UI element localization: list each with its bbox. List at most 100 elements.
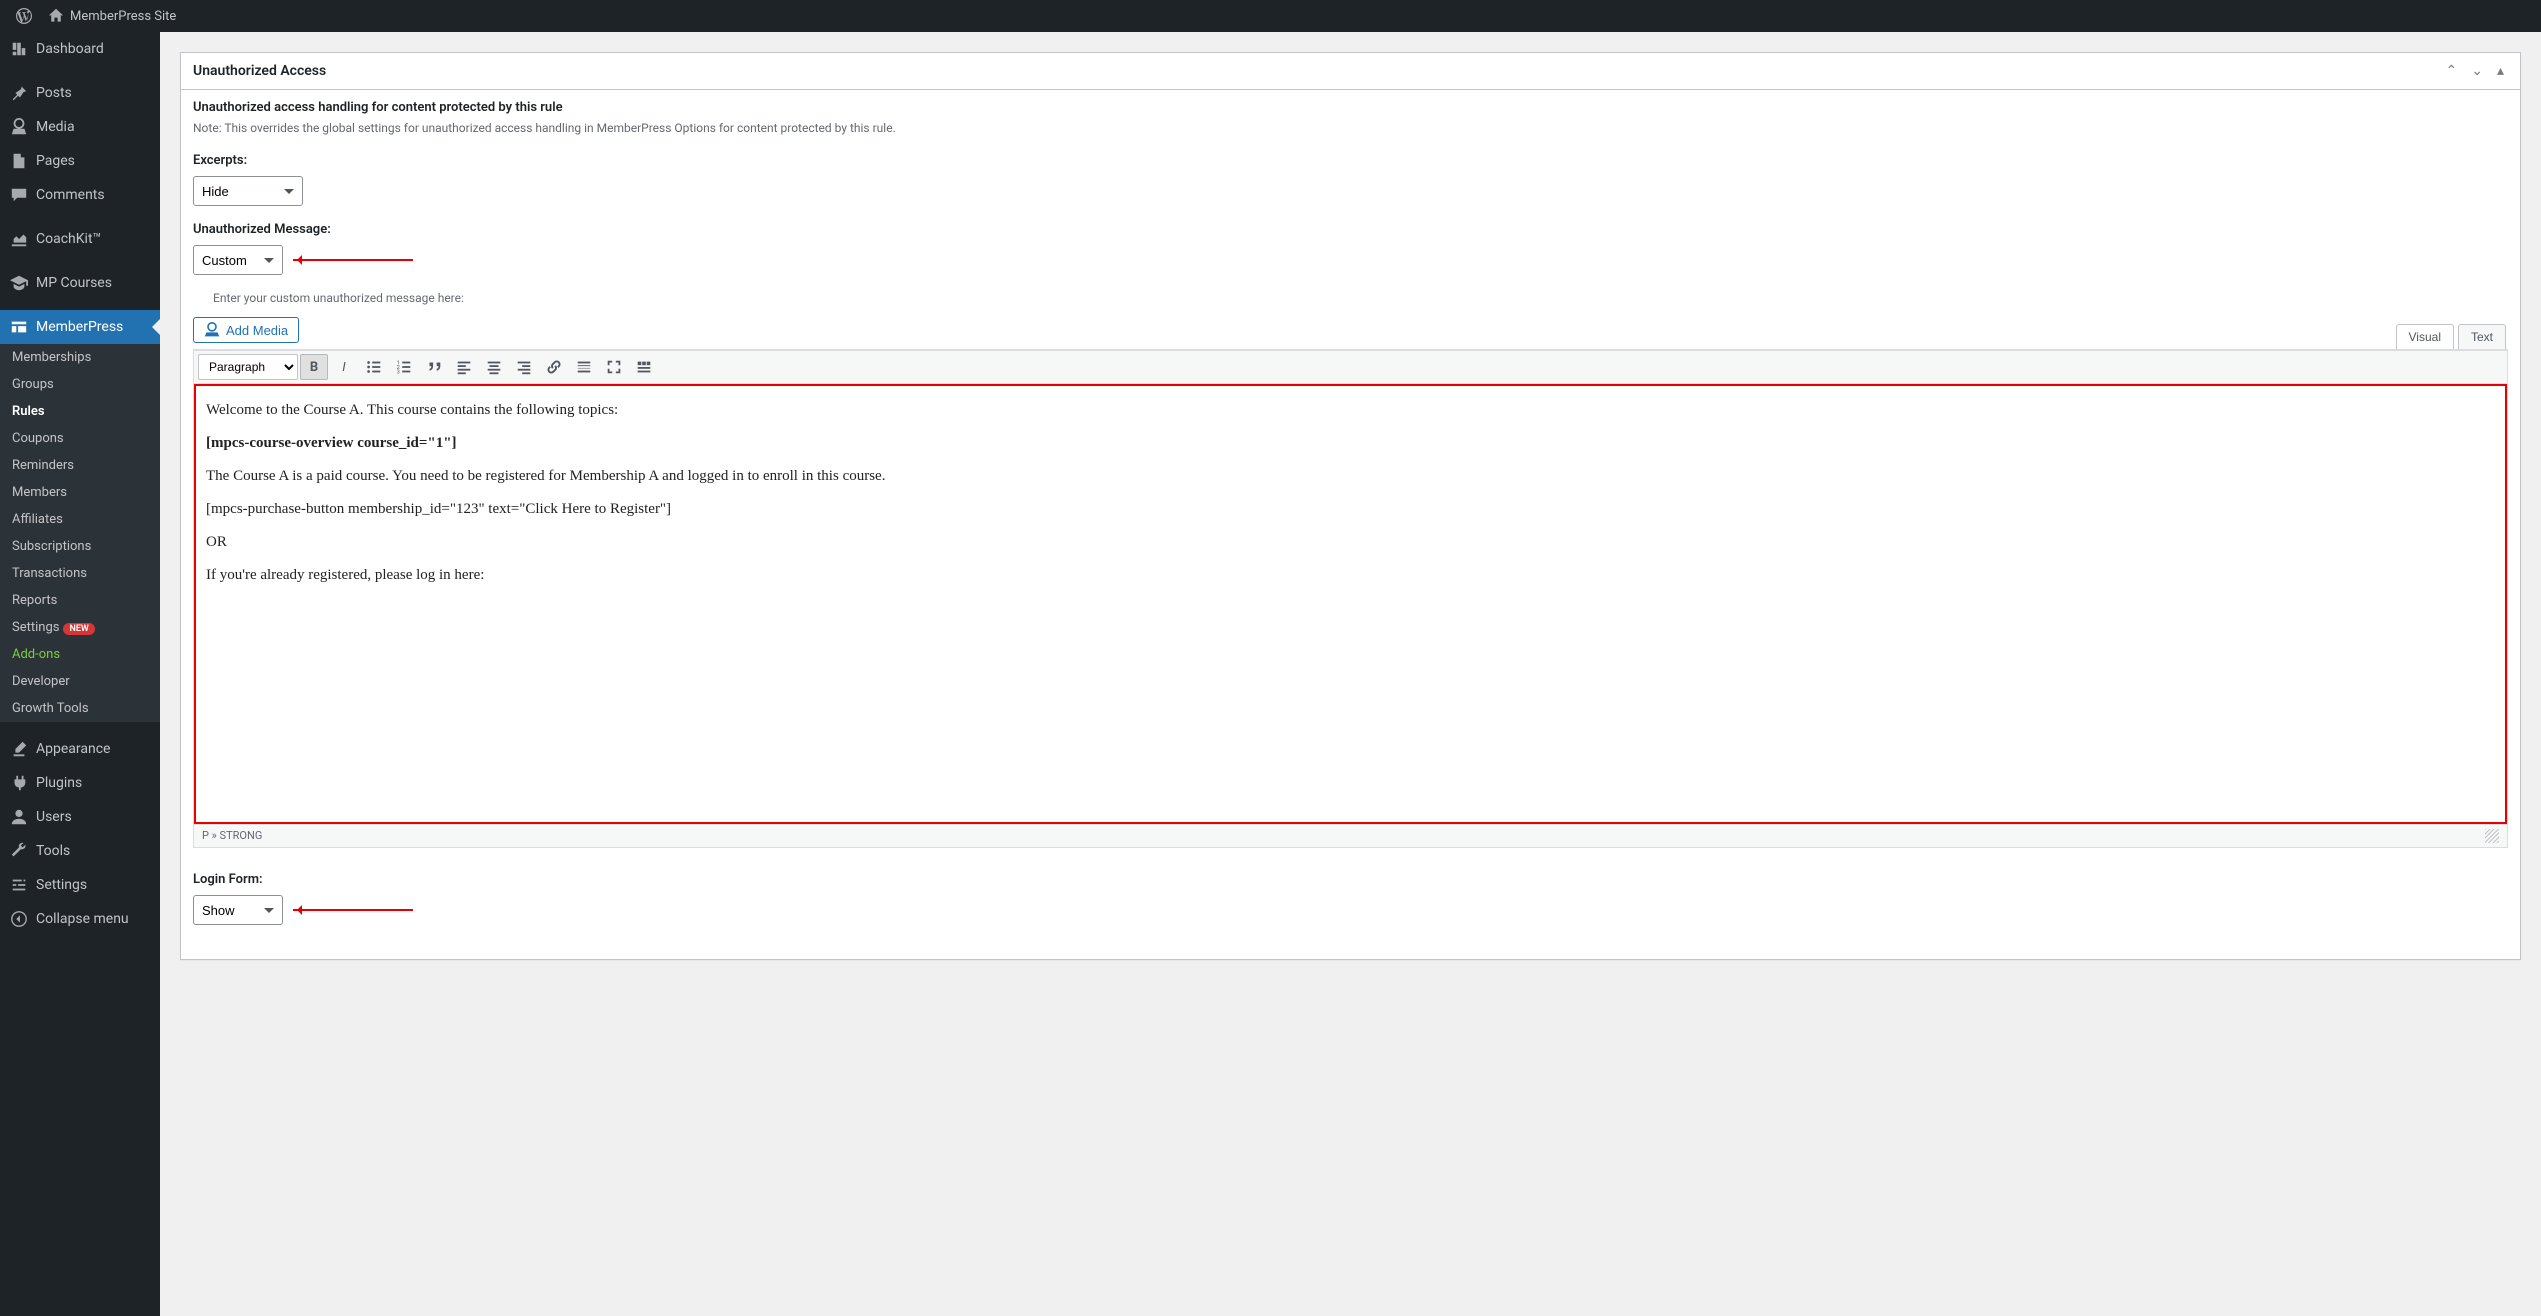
home-icon: [48, 8, 64, 24]
submenu-reports[interactable]: Reports: [0, 587, 160, 614]
submenu-addons[interactable]: Add-ons: [0, 641, 160, 668]
editor-shortcode: [mpcs-course-overview course_id="1"]: [206, 435, 2495, 452]
dashboard-icon: [10, 40, 28, 58]
submenu-settings[interactable]: SettingsNEW: [0, 614, 160, 641]
menu-memberpress[interactable]: MemberPress: [0, 310, 160, 344]
format-select[interactable]: Paragraph: [198, 354, 298, 380]
ol-button[interactable]: 123: [390, 354, 418, 380]
wordpress-icon: [16, 8, 32, 24]
editor-container: Add Media Visual Text Paragraph B I 123: [193, 311, 2508, 848]
panel-body: Unauthorized access handling for content…: [181, 90, 2520, 959]
editor-statusbar: P » STRONG: [194, 824, 2507, 847]
submenu-coupons[interactable]: Coupons: [0, 425, 160, 452]
editor-toolbar: Paragraph B I 123: [194, 350, 2507, 384]
more-button[interactable]: [570, 354, 598, 380]
panel-actions: ⌃ ⌄ ▴: [2442, 59, 2509, 83]
fullscreen-button[interactable]: [600, 354, 628, 380]
user-icon: [10, 808, 28, 826]
sliders-icon: [10, 876, 28, 894]
chart-icon: [10, 230, 28, 248]
editor-topbar: Add Media Visual Text: [193, 311, 2508, 349]
menu-tools[interactable]: Tools: [0, 834, 160, 868]
admin-menu: Dashboard Posts Media Pages Comments Coa…: [0, 32, 160, 1316]
site-name-text: MemberPress Site: [70, 9, 176, 24]
submenu-developer[interactable]: Developer: [0, 668, 160, 695]
readmore-icon: [575, 358, 593, 376]
editor-body[interactable]: Welcome to the Course A. This course con…: [194, 384, 2507, 824]
list-ul-icon: [365, 358, 383, 376]
new-badge: NEW: [63, 623, 94, 635]
panel-move-up-icon[interactable]: ⌃: [2442, 59, 2462, 83]
menu-collapse[interactable]: Collapse menu: [0, 902, 160, 936]
custom-msg-hint: Enter your custom unauthorized message h…: [193, 291, 2508, 305]
collapse-icon: [10, 910, 28, 928]
ul-button[interactable]: [360, 354, 388, 380]
italic-button[interactable]: I: [330, 354, 358, 380]
toolbar-toggle-button[interactable]: [630, 354, 658, 380]
submenu-members[interactable]: Members: [0, 479, 160, 506]
site-name-link[interactable]: MemberPress Site: [40, 8, 184, 24]
fullscreen-icon: [605, 358, 623, 376]
menu-media[interactable]: Media: [0, 110, 160, 144]
editor-tab-text[interactable]: Text: [2458, 324, 2506, 349]
wp-logo[interactable]: [8, 8, 40, 24]
align-right-button[interactable]: [510, 354, 538, 380]
excerpts-label: Excerpts:: [193, 153, 2508, 168]
link-button[interactable]: [540, 354, 568, 380]
media-icon: [204, 322, 220, 338]
list-ol-icon: 123: [395, 358, 413, 376]
panel-title: Unauthorized Access: [193, 53, 326, 89]
submenu-rules[interactable]: Rules: [0, 398, 160, 425]
excerpts-select[interactable]: Hide: [193, 176, 303, 206]
panel-toggle-icon[interactable]: ▴: [2493, 59, 2508, 83]
editor-paragraph: Welcome to the Course A. This course con…: [206, 402, 2495, 419]
kitchensink-icon: [635, 358, 653, 376]
login-form-label: Login Form:: [193, 872, 2508, 887]
unauthorized-access-panel: Unauthorized Access ⌃ ⌄ ▴ Unauthorized a…: [180, 52, 2521, 960]
menu-dashboard[interactable]: Dashboard: [0, 32, 160, 66]
media-icon: [10, 118, 28, 136]
panel-move-down-icon[interactable]: ⌄: [2467, 59, 2487, 83]
menu-plugins[interactable]: Plugins: [0, 766, 160, 800]
menu-pages[interactable]: Pages: [0, 144, 160, 178]
annotation-arrow: [293, 259, 413, 261]
section-title: Unauthorized access handling for content…: [193, 100, 2508, 115]
align-left-button[interactable]: [450, 354, 478, 380]
bold-button[interactable]: B: [300, 354, 328, 380]
quote-icon: [425, 358, 443, 376]
login-form-select[interactable]: Show: [193, 895, 283, 925]
menu-appearance[interactable]: Appearance: [0, 732, 160, 766]
menu-users[interactable]: Users: [0, 800, 160, 834]
unauth-msg-select[interactable]: Custom: [193, 245, 283, 275]
editor-wrap: Paragraph B I 123: [193, 349, 2508, 848]
menu-comments[interactable]: Comments: [0, 178, 160, 212]
submenu-memberships[interactable]: Memberships: [0, 344, 160, 371]
align-center-button[interactable]: [480, 354, 508, 380]
pin-icon: [10, 84, 28, 102]
page-content: Unauthorized Access ⌃ ⌄ ▴ Unauthorized a…: [160, 32, 2541, 1000]
quote-button[interactable]: [420, 354, 448, 380]
svg-text:3: 3: [397, 369, 400, 375]
align-left-icon: [455, 358, 473, 376]
submenu-groups[interactable]: Groups: [0, 371, 160, 398]
submenu-subscriptions[interactable]: Subscriptions: [0, 533, 160, 560]
align-right-icon: [515, 358, 533, 376]
menu-posts[interactable]: Posts: [0, 76, 160, 110]
menu-coachkit[interactable]: CoachKit™: [0, 222, 160, 256]
submenu-growth-tools[interactable]: Growth Tools: [0, 695, 160, 722]
submenu-affiliates[interactable]: Affiliates: [0, 506, 160, 533]
add-media-button[interactable]: Add Media: [193, 317, 299, 343]
memberpress-icon: [10, 318, 28, 336]
unauth-msg-label: Unauthorized Message:: [193, 222, 2508, 237]
panel-header: Unauthorized Access ⌃ ⌄ ▴: [181, 53, 2520, 90]
submenu-reminders[interactable]: Reminders: [0, 452, 160, 479]
wrench-icon: [10, 842, 28, 860]
menu-settings[interactable]: Settings: [0, 868, 160, 902]
graduation-icon: [10, 274, 28, 292]
admin-bar: MemberPress Site: [0, 0, 2541, 32]
menu-mp-courses[interactable]: MP Courses: [0, 266, 160, 300]
resize-handle-icon[interactable]: [2485, 829, 2499, 843]
editor-paragraph: If you're already registered, please log…: [206, 567, 2495, 584]
editor-tab-visual[interactable]: Visual: [2396, 324, 2454, 349]
submenu-transactions[interactable]: Transactions: [0, 560, 160, 587]
